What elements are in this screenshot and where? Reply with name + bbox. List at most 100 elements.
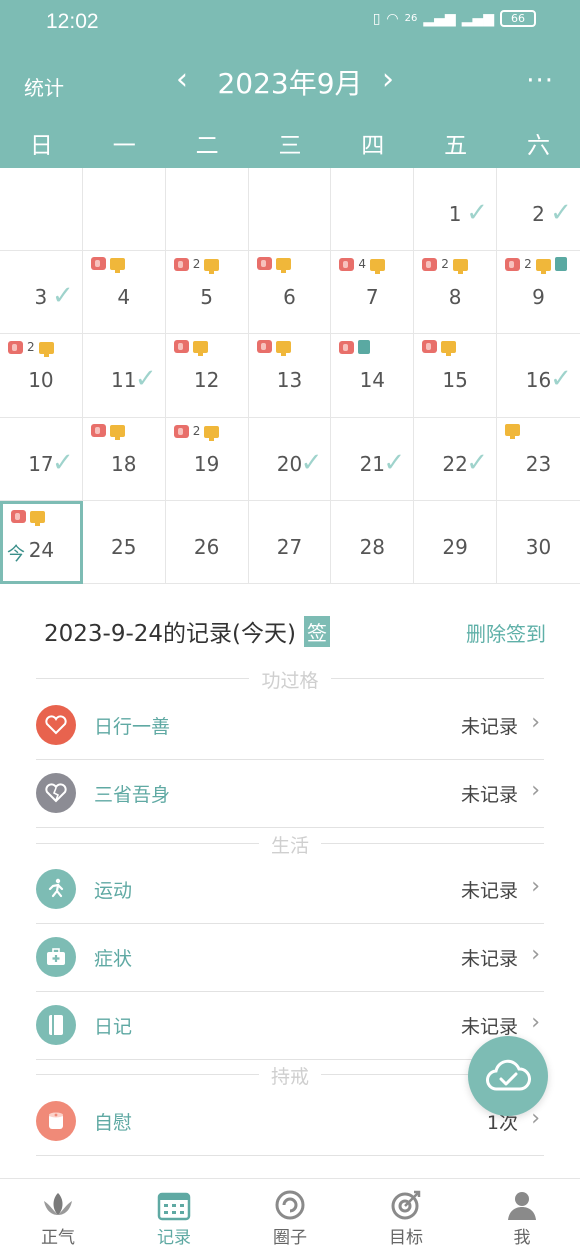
marker-count: 2 — [192, 257, 201, 272]
calendar-day[interactable]: 21 ✓ — [331, 417, 415, 501]
calendar-day[interactable]: 30 — [497, 500, 580, 584]
calendar-day[interactable]: 14 — [331, 334, 415, 418]
monitor-marker-icon — [275, 258, 291, 274]
calendar-day[interactable]: 28 — [331, 500, 415, 584]
row-reflect[interactable]: 三省吾身 未记录 › — [36, 760, 544, 828]
calendar-day[interactable]: 29 — [497, 251, 580, 335]
more-button[interactable]: ··· — [526, 66, 554, 96]
calendar-day[interactable]: 3 ✓ — [0, 251, 83, 335]
monitor-marker-icon — [109, 424, 125, 440]
calendar-day[interactable]: 27 — [248, 500, 332, 584]
section-title-life: 生活 — [258, 835, 321, 857]
nav-item-record[interactable]: 记录 — [116, 1179, 232, 1257]
calendar-day[interactable]: 今 24 — [0, 500, 83, 584]
monitor-marker-icon — [30, 510, 45, 526]
day-number: 25 — [111, 534, 137, 559]
chevron-right-icon: › — [531, 710, 540, 735]
calendar-day[interactable]: 26 — [165, 500, 249, 584]
calendar-day[interactable]: 29 — [414, 500, 498, 584]
nav-item-circle[interactable]: 圈子 — [232, 1179, 348, 1257]
calendar-day[interactable]: 2 19 — [165, 417, 249, 501]
monitor-marker-icon — [275, 341, 291, 357]
calendar-day[interactable]: 28 — [414, 251, 498, 335]
calendar-day[interactable]: 6 — [248, 251, 332, 335]
tissue-marker-icon — [90, 423, 106, 437]
checkmark-icon: ✓ — [52, 447, 74, 478]
month-title: 2023年9月 — [217, 67, 363, 100]
row-abstain[interactable]: 自慰 1次 › — [36, 1088, 544, 1156]
row-diary[interactable]: 日记 未记录 › — [36, 992, 544, 1060]
calendar-day[interactable]: 22 ✓ — [414, 417, 498, 501]
calendar-day[interactable]: 17 ✓ — [0, 417, 83, 501]
day-number: 6 — [283, 285, 296, 310]
weekday-label: 五 — [444, 133, 468, 159]
month-navigator: ‹ 2023年9月 › — [0, 62, 580, 102]
day-markers — [256, 340, 291, 357]
calendar-empty-cell — [331, 168, 415, 252]
section-title-merit: 功过格 — [249, 670, 331, 692]
nav-item-zhengqi[interactable]: 正气 — [0, 1179, 116, 1257]
cloud-sync-button[interactable] — [468, 1036, 548, 1116]
weekday-row: 日 一 二 三 四 五 六 — [0, 126, 580, 168]
row-label: 症状 — [94, 948, 133, 970]
tissue-marker-icon — [8, 341, 23, 355]
day-markers — [422, 340, 457, 357]
tissue-marker-icon — [90, 257, 106, 271]
notebook-icon — [36, 1005, 76, 1045]
row-exercise[interactable]: 运动 未记录 › — [36, 856, 544, 924]
calendar-day[interactable]: 16 ✓ — [497, 334, 580, 418]
day-markers: 2 — [505, 257, 567, 275]
calendar-day[interactable]: 18 — [82, 417, 166, 501]
calendar-day[interactable]: 25 — [165, 251, 249, 335]
row-label: 运动 — [94, 880, 133, 902]
weekday-label: 六 — [526, 133, 550, 159]
monitor-marker-icon — [370, 259, 386, 275]
calendar-day[interactable]: 23 — [497, 417, 580, 501]
monitor-marker-icon — [204, 259, 220, 275]
tissue-marker-icon — [422, 340, 438, 354]
prev-month-button[interactable]: ‹ — [176, 62, 188, 97]
calendar-day[interactable]: 11 ✓ — [82, 334, 166, 418]
calendar-day[interactable]: 13 — [248, 334, 332, 418]
day-markers — [90, 423, 125, 440]
broken-heart-icon — [36, 773, 76, 813]
checkmark-icon: ✓ — [300, 447, 323, 478]
day-number: 7 — [365, 285, 379, 310]
next-month-button[interactable]: › — [382, 62, 394, 97]
row-value: 未记录 — [460, 784, 518, 806]
tissue-marker-icon — [339, 258, 355, 272]
day-markers: 4 — [339, 257, 386, 275]
calendar-day[interactable]: 47 — [331, 251, 415, 335]
nav-item-me[interactable]: 我 — [464, 1179, 580, 1257]
row-label: 三省吾身 — [94, 784, 171, 806]
sign-badge: 签 — [303, 615, 330, 647]
calendar-empty-cell — [248, 168, 332, 252]
calendar-day[interactable]: 4 — [82, 251, 166, 335]
monitor-marker-icon — [192, 341, 208, 357]
row-value: 未记录 — [460, 1016, 518, 1038]
calendar-day[interactable]: 2 ✓ — [497, 168, 580, 252]
calendar-day[interactable]: 15 — [414, 334, 498, 418]
calendar-day[interactable]: 12 — [165, 334, 249, 418]
row-symptom[interactable]: 症状 未记录 › — [36, 924, 544, 992]
marker-count: 2 — [27, 340, 35, 355]
chevron-right-icon: › — [531, 1010, 540, 1035]
calendar-day[interactable]: 25 — [82, 500, 166, 584]
weekday-label: 日 — [29, 133, 53, 159]
tissue-marker-icon — [173, 340, 189, 354]
checkmark-icon: ✓ — [550, 364, 572, 395]
calendar-day[interactable]: 20 ✓ — [248, 417, 332, 501]
day-number: 30 — [525, 534, 552, 559]
day-markers — [173, 340, 208, 357]
nav-item-goal[interactable]: 目标 — [348, 1179, 464, 1257]
calendar-day[interactable]: 1 ✓ — [414, 168, 498, 252]
calendar-grid: 1 ✓ 2 ✓ 3 ✓ 4 2 5 6 4 7 2 8 2 9 2 10 11 ✓ 12 13 14 15 16 ✓ 17 ✓ 18 2 1… — [0, 168, 580, 584]
lotus-icon — [44, 1193, 72, 1215]
calendar-day[interactable]: 2 10 — [0, 334, 83, 418]
nav-label: 圈子 — [273, 1228, 307, 1248]
row-good-deed[interactable]: 日行一善 未记录 › — [36, 692, 544, 760]
day-number: 4 — [117, 285, 131, 310]
delete-sign-button[interactable]: 删除签到 — [466, 618, 546, 647]
wifi-icon: ◠ — [386, 10, 399, 27]
chevron-right-icon: › — [531, 942, 540, 967]
